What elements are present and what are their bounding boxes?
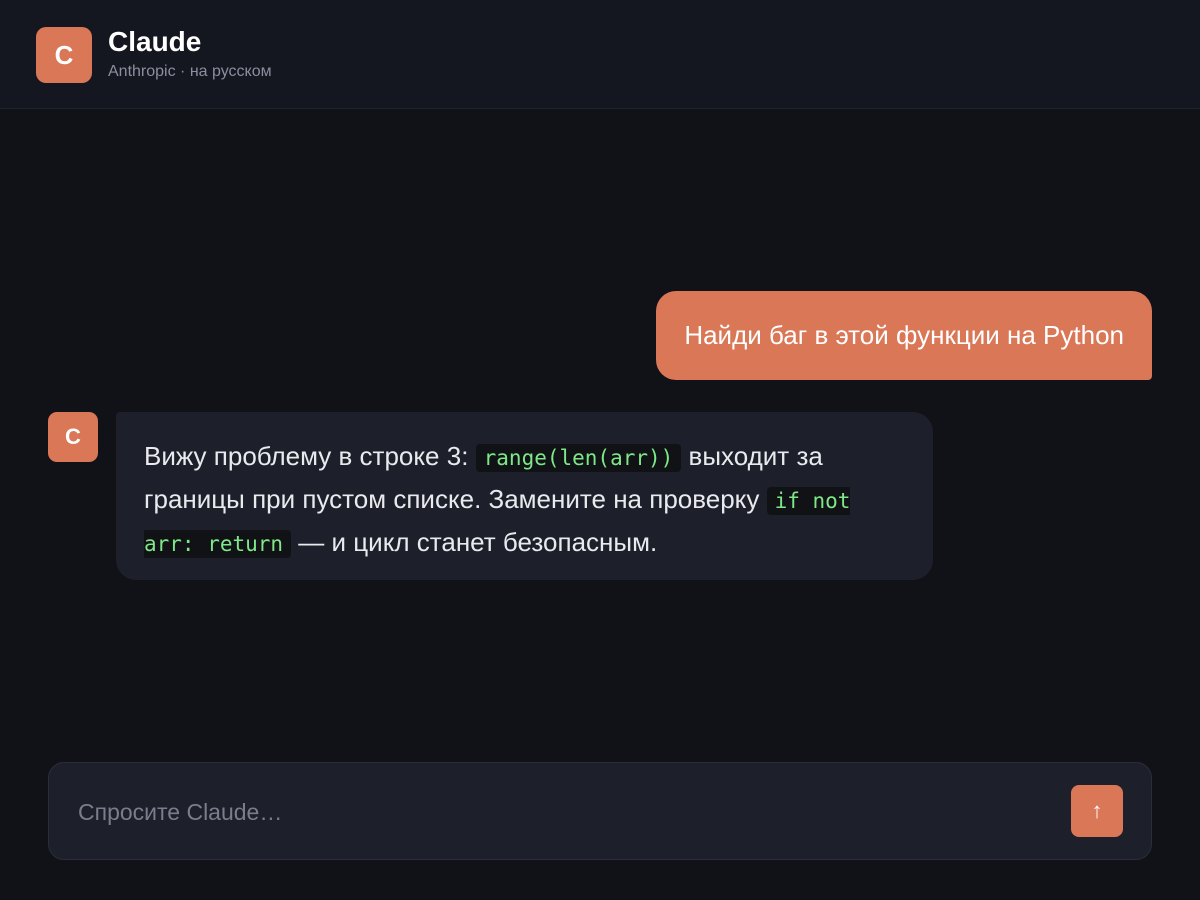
- inline-code-range: range(len(arr)): [475, 444, 682, 472]
- arrow-up-icon: ↑: [1091, 798, 1103, 823]
- assistant-message: Вижу проблему в строке 3: range(len(arr)…: [116, 412, 933, 580]
- assistant-avatar: C: [48, 412, 98, 462]
- chat-app: C Claude Anthropic · на русском Найди ба…: [0, 0, 1200, 900]
- app-subtitle: Anthropic · на русском: [108, 63, 272, 80]
- header: C Claude Anthropic · на русском: [0, 0, 1200, 109]
- assistant-text-part1: Вижу проблему в строке 3:: [144, 441, 476, 471]
- message-composer[interactable]: Спросите Claude… ↑: [48, 762, 1152, 860]
- user-message-text: Найди баг в этой функции на Python: [684, 320, 1124, 350]
- user-message: Найди баг в этой функции на Python: [656, 291, 1152, 380]
- send-button[interactable]: ↑: [1071, 785, 1123, 837]
- app-title: Claude: [108, 26, 202, 57]
- message-input[interactable]: Спросите Claude…: [78, 798, 282, 826]
- assistant-text-part3: — и цикл станет безопасным.: [291, 527, 658, 557]
- app-logo: C: [36, 27, 92, 83]
